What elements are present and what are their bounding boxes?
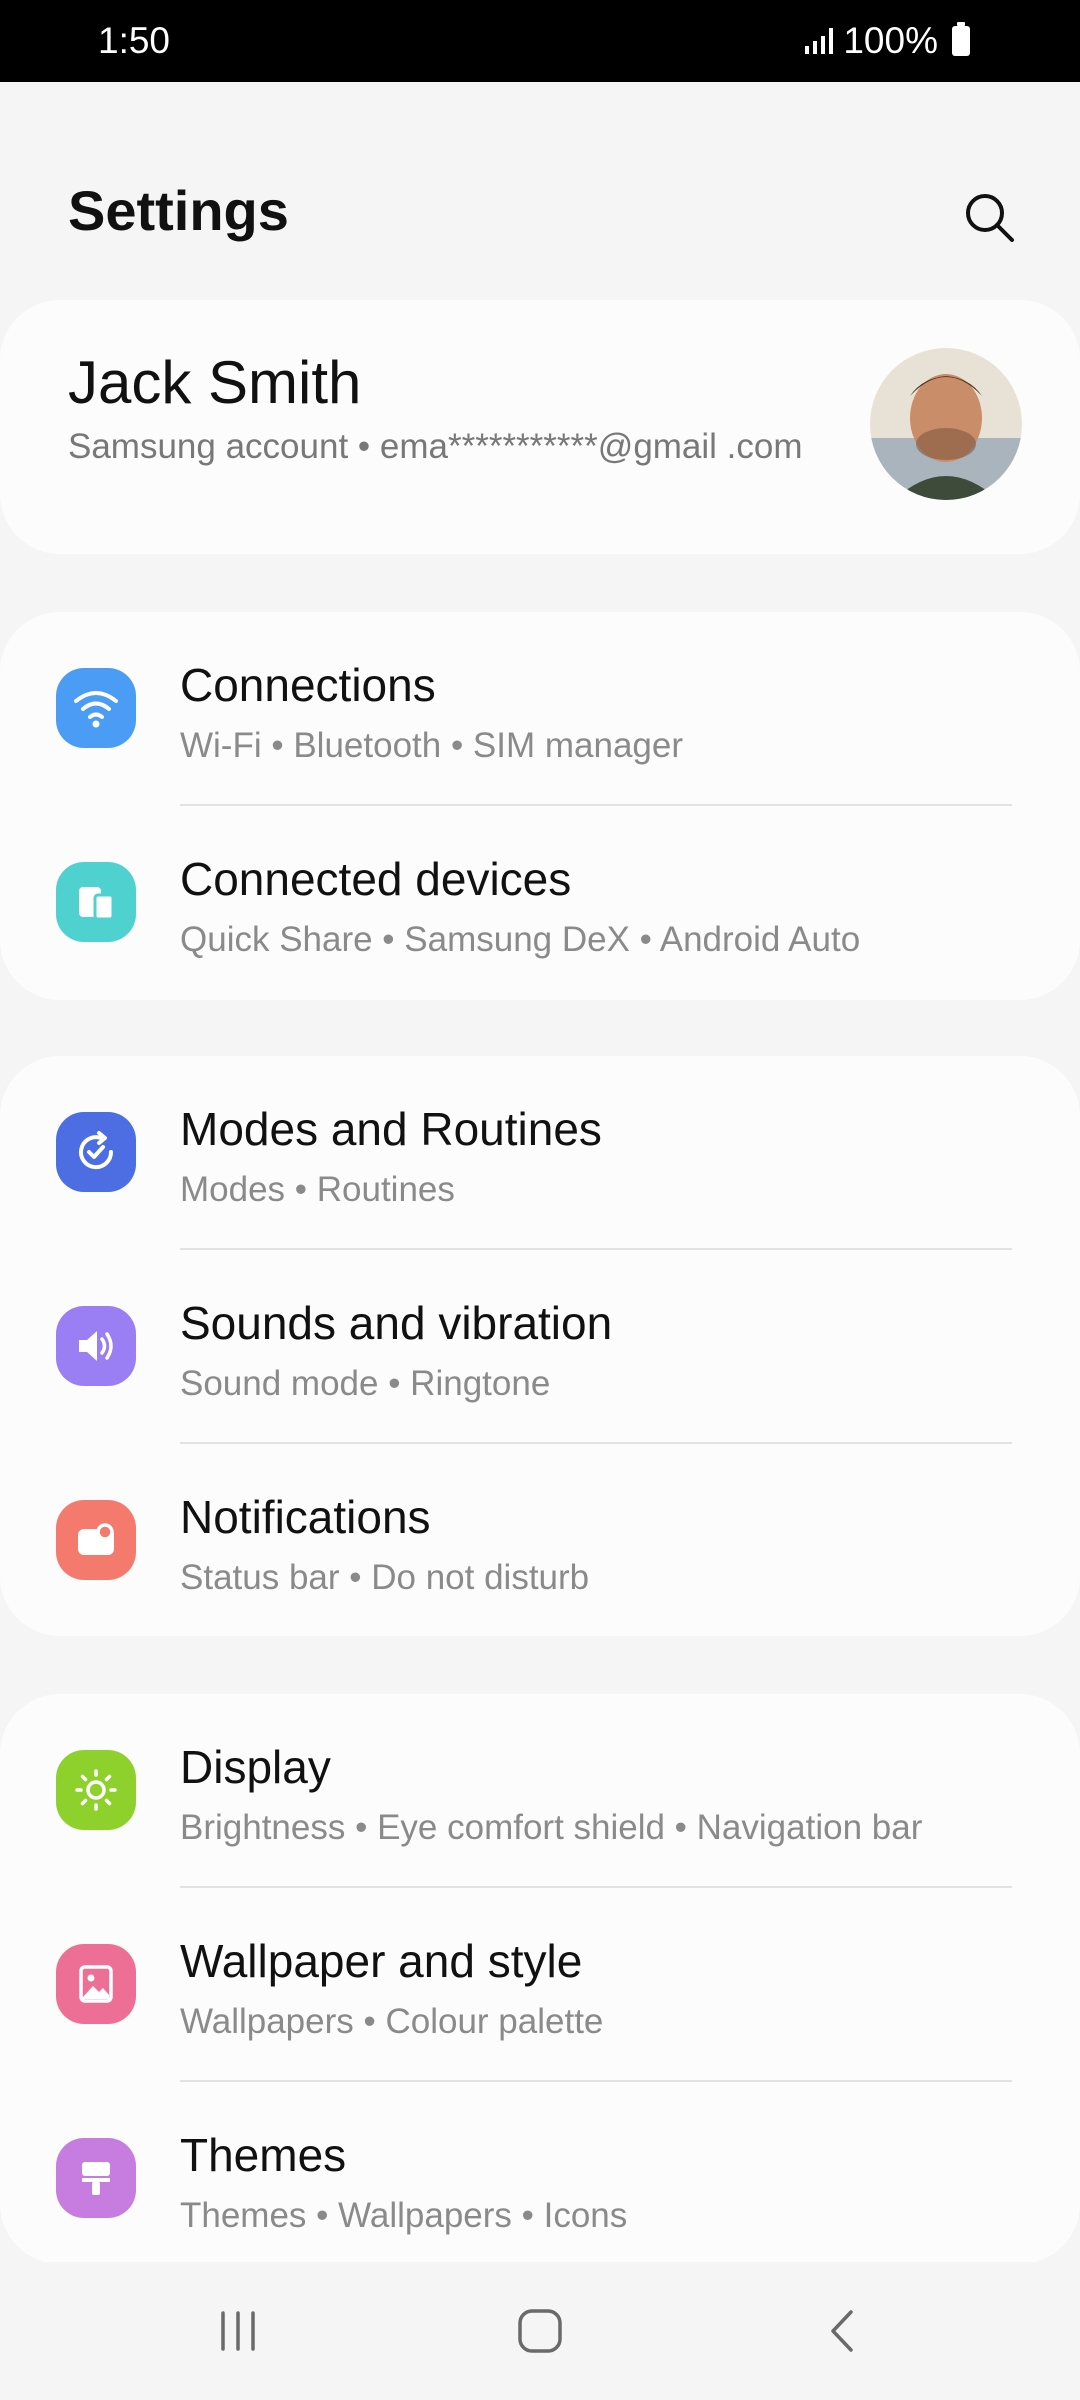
- item-title: Connected devices: [180, 853, 572, 905]
- item-title: Notifications: [180, 1491, 431, 1543]
- account-name: Jack Smith: [68, 349, 362, 416]
- back-icon: [831, 2310, 853, 2352]
- settings-item-notifications[interactable]: Notifications Status bar • Do not distur…: [0, 1444, 1080, 1638]
- item-title: Sounds and vibration: [180, 1297, 613, 1349]
- settings-item-connected-devices[interactable]: Connected devices Quick Share • Samsung …: [0, 806, 1080, 1000]
- notifications-icon: [78, 1523, 114, 1555]
- brightness-icon: [75, 1769, 117, 1811]
- item-subtitle: Modes • Routines: [180, 1170, 455, 1209]
- recents-icon: [221, 2311, 255, 2351]
- notifications-icon-tile: [56, 1500, 136, 1580]
- home-icon: [518, 2309, 562, 2353]
- settings-group-2: Modes and Routines Modes • Routines Soun…: [0, 1056, 1080, 1636]
- signal-icon: [805, 28, 834, 54]
- item-title: Modes and Routines: [180, 1103, 602, 1155]
- item-subtitle: Status bar • Do not disturb: [180, 1558, 590, 1597]
- settings-item-display[interactable]: Display Brightness • Eye comfort shield …: [0, 1694, 1080, 1888]
- wallpaper-icon-tile: [56, 1944, 136, 2024]
- samsung-account-card[interactable]: Jack Smith Samsung account • ema********…: [0, 300, 1080, 554]
- themes-icon-tile: [56, 2138, 136, 2218]
- avatar-image: [870, 348, 1022, 500]
- item-title: Display: [180, 1741, 331, 1793]
- account-subtitle: Samsung account • ema***********@gmail .…: [68, 427, 803, 466]
- header: Settings: [0, 82, 1080, 292]
- search-button[interactable]: [950, 178, 1030, 258]
- sounds-icon-tile: [56, 1306, 136, 1386]
- search-icon: [966, 194, 1014, 242]
- settings-group-3: Display Brightness • Eye comfort shield …: [0, 1694, 1080, 2264]
- settings-group-1: Connections Wi-Fi • Bluetooth • SIM mana…: [0, 612, 1080, 1000]
- devices-icon: [79, 887, 115, 921]
- display-icon-tile: [56, 1750, 136, 1830]
- status-time: 1:50: [98, 20, 171, 61]
- battery-icon: [952, 22, 970, 56]
- connections-icon-tile: [56, 668, 136, 748]
- item-subtitle: Wallpapers • Colour palette: [180, 2002, 604, 2041]
- item-subtitle: Themes • Wallpapers • Icons: [180, 2196, 628, 2235]
- avatar[interactable]: [870, 348, 1022, 500]
- status-indicators: 100%: [805, 20, 970, 62]
- status-bar: 1:50 100%: [0, 0, 1080, 82]
- page-title: Settings: [68, 179, 289, 242]
- connected-devices-icon-tile: [56, 862, 136, 942]
- settings-item-connections[interactable]: Connections Wi-Fi • Bluetooth • SIM mana…: [0, 612, 1080, 806]
- item-title: Themes: [180, 2129, 347, 2181]
- settings-item-sounds-vibration[interactable]: Sounds and vibration Sound mode • Ringto…: [0, 1250, 1080, 1444]
- sound-icon: [79, 1331, 113, 1361]
- wallpaper-icon: [79, 1965, 113, 2003]
- back-button[interactable]: [784, 2286, 904, 2376]
- modes-routines-icon-tile: [56, 1112, 136, 1192]
- routines-icon: [79, 1131, 114, 1170]
- navigation-bar: [0, 2262, 1080, 2400]
- item-subtitle: Quick Share • Samsung DeX • Android Auto: [180, 920, 861, 959]
- item-title: Wallpaper and style: [180, 1935, 583, 1987]
- settings-item-wallpaper-style[interactable]: Wallpaper and style Wallpapers • Colour …: [0, 1888, 1080, 2082]
- item-subtitle: Brightness • Eye comfort shield • Naviga…: [180, 1808, 923, 1847]
- wifi-icon: [74, 691, 118, 728]
- item-subtitle: Sound mode • Ringtone: [180, 1364, 551, 1403]
- settings-item-themes[interactable]: Themes Themes • Wallpapers • Icons: [0, 2082, 1080, 2276]
- themes-icon: [82, 2162, 110, 2195]
- item-subtitle: Wi-Fi • Bluetooth • SIM manager: [180, 726, 684, 765]
- settings-item-modes-routines[interactable]: Modes and Routines Modes • Routines: [0, 1056, 1080, 1250]
- recents-button[interactable]: [178, 2286, 298, 2376]
- battery-percent: 100%: [843, 20, 938, 61]
- home-button[interactable]: [480, 2286, 600, 2376]
- item-title: Connections: [180, 659, 436, 711]
